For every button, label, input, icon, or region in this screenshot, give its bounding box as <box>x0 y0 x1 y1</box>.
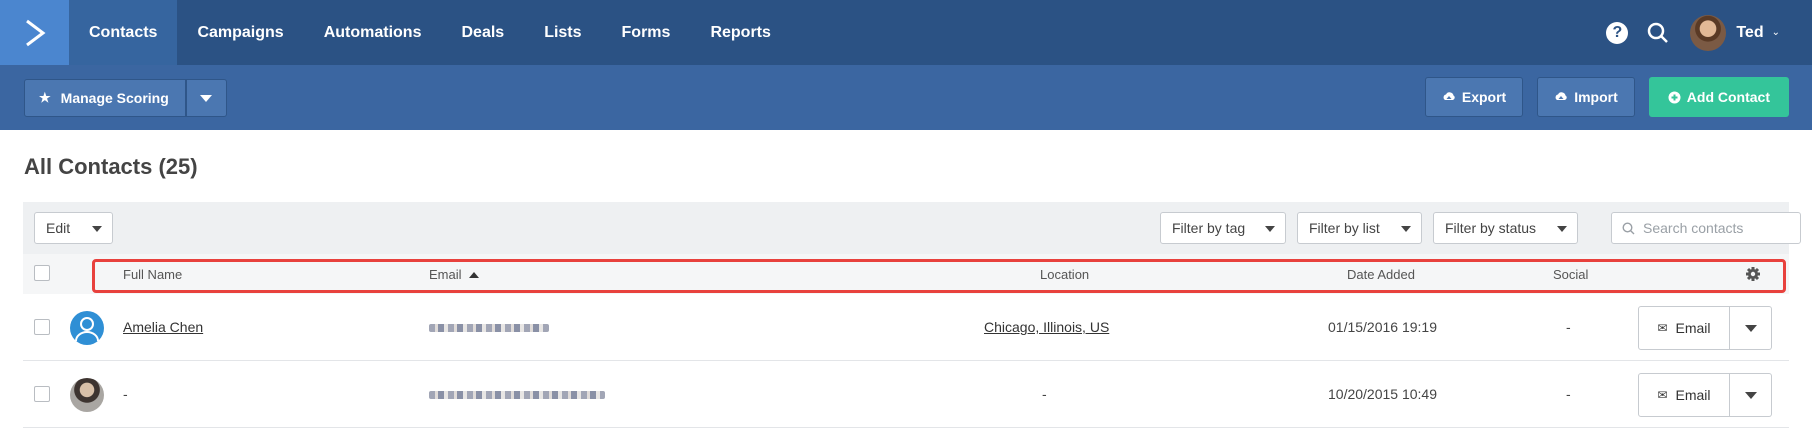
add-contact-label: Add Contact <box>1686 89 1770 105</box>
date-added: 01/15/2016 19:19 <box>1328 319 1437 335</box>
import-label: Import <box>1574 89 1618 105</box>
avatar[interactable] <box>70 378 104 412</box>
email-dropdown-button[interactable] <box>1730 373 1772 417</box>
contact-name-link[interactable]: Amelia Chen <box>123 319 203 335</box>
manage-scoring-button[interactable]: ★ Manage Scoring <box>24 79 186 117</box>
email-button[interactable]: ✉ Email <box>1638 373 1730 417</box>
edit-label: Edit <box>46 220 71 236</box>
edit-dropdown[interactable]: Edit <box>34 212 113 244</box>
star-icon: ★ <box>39 90 51 105</box>
top-navigation: Contacts Campaigns Automations Deals Lis… <box>0 0 1812 65</box>
filter-list-label: Filter by list <box>1309 220 1380 236</box>
email-redacted <box>429 324 549 332</box>
nav-reports[interactable]: Reports <box>690 0 790 65</box>
filter-by-tag-select[interactable]: Filter by tag <box>1160 212 1286 244</box>
cloud-upload-icon <box>1555 92 1567 100</box>
nav-forms[interactable]: Forms <box>602 0 691 65</box>
nav-campaigns[interactable]: Campaigns <box>177 0 303 65</box>
envelope-icon: ✉ <box>1657 321 1668 335</box>
email-action-group: ✉ Email <box>1638 306 1772 350</box>
nav-contacts[interactable]: Contacts <box>69 0 178 65</box>
social-value: - <box>1566 386 1571 402</box>
manage-scoring-label: Manage Scoring <box>60 90 169 106</box>
user-avatar[interactable] <box>1690 14 1727 51</box>
table-row: - - 10/20/2015 10:49 - ✉ Email <box>23 361 1789 428</box>
email-dropdown-button[interactable] <box>1730 306 1772 350</box>
default-user-icon <box>75 317 99 342</box>
search-contacts-input[interactable] <box>1643 220 1793 236</box>
header-highlight-box <box>92 259 1786 293</box>
filter-status-label: Filter by status <box>1445 220 1537 236</box>
table-row: Amelia Chen Chicago, Illinois, US 01/15/… <box>23 294 1789 361</box>
select-all-checkbox[interactable] <box>34 265 50 281</box>
caret-down-icon <box>1744 324 1757 332</box>
caret-down-icon <box>1401 226 1411 232</box>
chevron-down-icon[interactable]: ⌄ <box>1772 27 1780 38</box>
cloud-upload-icon <box>1443 92 1455 100</box>
export-button[interactable]: Export <box>1424 77 1524 117</box>
export-label: Export <box>1461 89 1507 105</box>
social-value: - <box>1566 319 1571 335</box>
date-added: 10/20/2015 10:49 <box>1328 386 1437 402</box>
location-link[interactable]: Chicago, Illinois, US <box>984 319 1109 335</box>
nav-lists[interactable]: Lists <box>524 0 601 65</box>
search-icon[interactable] <box>1647 22 1669 44</box>
caret-down-icon <box>200 94 213 102</box>
caret-down-icon <box>1557 226 1567 232</box>
caret-down-icon <box>92 226 102 232</box>
contact-name: - <box>123 386 128 402</box>
filter-by-status-select[interactable]: Filter by status <box>1433 212 1578 244</box>
email-action-group: ✉ Email <box>1638 373 1772 417</box>
help-icon[interactable]: ? <box>1606 21 1629 44</box>
app-logo-icon[interactable] <box>0 0 69 65</box>
row-checkbox[interactable] <box>34 386 50 402</box>
add-contact-button[interactable]: Add Contact <box>1648 77 1789 117</box>
toolbar-actions: Export Import Add Contact <box>1424 77 1789 117</box>
location-value: - <box>1042 386 1047 402</box>
filter-tag-label: Filter by tag <box>1172 220 1246 236</box>
search-icon <box>1622 221 1635 234</box>
caret-down-icon <box>1744 391 1757 399</box>
manage-scoring-group: ★ Manage Scoring <box>24 79 227 117</box>
envelope-icon: ✉ <box>1657 388 1668 402</box>
import-button[interactable]: Import <box>1537 77 1635 117</box>
main-nav: Contacts Campaigns Automations Deals Lis… <box>69 0 791 65</box>
search-contacts-field[interactable] <box>1611 212 1801 244</box>
plus-circle-icon <box>1668 91 1681 103</box>
filter-by-list-select[interactable]: Filter by list <box>1297 212 1422 244</box>
caret-down-icon <box>1265 226 1275 232</box>
nav-user-area: ? Ted ⌄ <box>1606 0 1812 65</box>
user-name[interactable]: Ted <box>1736 24 1763 42</box>
nav-deals[interactable]: Deals <box>441 0 524 65</box>
manage-scoring-dropdown[interactable] <box>185 79 227 117</box>
contacts-toolbar: ★ Manage Scoring Export Import Add Conta… <box>0 65 1812 130</box>
avatar[interactable] <box>70 311 104 345</box>
filter-bar: Edit Filter by tag Filter by list Filter… <box>23 202 1801 254</box>
nav-automations[interactable]: Automations <box>304 0 442 65</box>
page-title: All Contacts (25) <box>24 154 198 179</box>
email-button[interactable]: ✉ Email <box>1638 306 1730 350</box>
email-redacted <box>429 391 605 399</box>
email-button-label: Email <box>1675 320 1711 336</box>
row-checkbox[interactable] <box>34 319 50 335</box>
email-button-label: Email <box>1675 387 1711 403</box>
